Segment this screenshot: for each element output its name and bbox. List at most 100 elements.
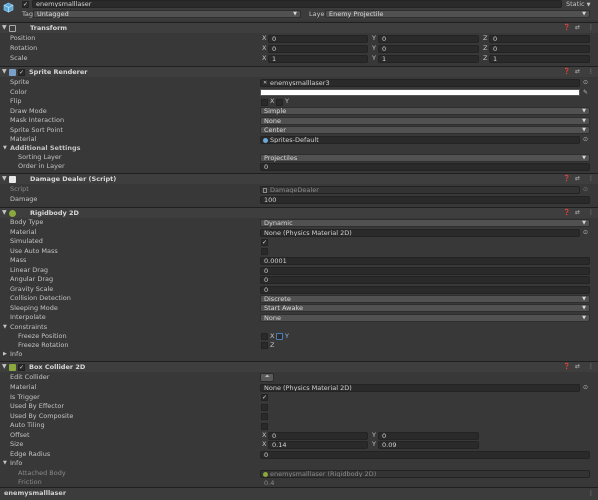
size-y-field[interactable]: 0.09 [378,441,479,449]
scale-z-field[interactable]: 1 [489,55,590,63]
preset-icon[interactable]: ⇄ [575,363,580,371]
interpolate-dropdown[interactable]: None ▼ [260,313,590,322]
rotation-x-field[interactable]: 0 [268,45,368,53]
enabled-checkbox[interactable]: ✓ [18,363,25,371]
foldout-arrow-icon[interactable]: ▼ [2,24,7,32]
help-icon[interactable]: ❓ [563,209,570,217]
axis-x-label[interactable]: X [262,440,266,449]
static-toggle[interactable]: Static ▼ [566,0,591,9]
used-by-effector-checkbox[interactable] [261,403,268,411]
additional-settings-row[interactable]: ▼ Additional Settings [0,144,598,153]
bc-material-field[interactable]: None (Physics Material 2D) [260,384,580,392]
object-picker-icon[interactable]: ⊙ [583,136,588,144]
position-x-field[interactable]: 0 [268,35,368,43]
rotation-z-field[interactable]: 0 [489,45,590,53]
axis-y-label[interactable]: Y [372,34,376,43]
help-icon[interactable]: ❓ [563,24,570,32]
simulated-checkbox[interactable]: ✓ [261,238,268,246]
axis-z-label[interactable]: Z [483,44,487,53]
object-picker-icon[interactable]: ⊙ [583,384,588,392]
rb-material-field[interactable]: None (Physics Material 2D) [260,228,580,237]
is-trigger-checkbox[interactable]: ✓ [261,394,268,401]
axis-y-label[interactable]: Y [372,440,376,449]
kebab-menu-icon[interactable]: ⋮ [588,24,594,32]
offset-x-field[interactable]: 0 [268,431,368,440]
preset-icon[interactable]: ⇄ [575,68,580,76]
freeze-position-y-checkbox[interactable] [276,333,283,340]
position-y-field[interactable]: 0 [378,35,479,43]
gravity-scale-field[interactable]: 0 [260,285,590,294]
axis-x-label[interactable]: X [262,54,266,63]
sorting-layer-dropdown[interactable]: Projectiles ▼ [260,153,590,162]
rb-info-row[interactable]: ▶ Info [0,350,598,359]
enabled-checkbox[interactable]: ✓ [18,68,25,76]
scale-x-field[interactable]: 1 [268,55,368,63]
rigidbody2d-header[interactable]: ▼ Rigidbody 2D ❓ ⇄ ⋮ [0,207,598,218]
preset-icon[interactable]: ⇄ [575,175,580,183]
mask-interaction-dropdown[interactable]: None ▼ [260,116,590,125]
edit-collider-button[interactable]: ⏶ [260,373,274,382]
foldout-arrow-icon[interactable]: ▼ [3,459,7,468]
kebab-menu-icon[interactable]: ⋮ [588,68,594,76]
help-icon[interactable]: ❓ [563,175,570,183]
kebab-menu-icon[interactable]: ⋮ [588,209,594,217]
axis-y-label[interactable]: Y [372,54,376,63]
color-swatch[interactable] [260,88,580,96]
foldout-arrow-icon[interactable]: ▼ [3,323,7,332]
sleeping-mode-dropdown[interactable]: Start Awake ▼ [260,304,590,312]
damage-field[interactable]: 100 [260,196,590,204]
freeze-rotation-z-checkbox[interactable] [261,342,268,349]
sprite-field[interactable]: ✕ enemysmalllaser3 [260,79,580,87]
axis-y-label[interactable]: Y [372,44,376,53]
object-picker-icon[interactable]: ⊙ [583,229,588,237]
edge-radius-field[interactable]: 0 [260,450,590,459]
flip-x-checkbox[interactable] [261,98,268,106]
active-checkbox[interactable]: ✓ [22,1,29,8]
rotation-y-field[interactable]: 0 [378,45,479,53]
bc-info-row[interactable]: ▼ Info [0,459,598,468]
order-in-layer-field[interactable]: 0 [260,163,590,171]
draw-mode-dropdown[interactable]: Simple ▼ [260,107,590,115]
collision-detection-dropdown[interactable]: Discrete ▼ [260,294,590,303]
preset-icon[interactable]: ⇄ [575,209,580,217]
axis-y-label[interactable]: Y [372,431,376,440]
used-by-composite-checkbox[interactable] [261,413,268,420]
position-z-field[interactable]: 0 [489,35,590,43]
freeze-position-x-checkbox[interactable] [261,333,268,340]
foldout-arrow-icon[interactable]: ▼ [2,209,7,217]
help-icon[interactable]: ❓ [563,363,570,371]
axis-x-label[interactable]: X [262,44,266,53]
object-picker-icon[interactable]: ⊙ [583,79,588,87]
axis-x-label[interactable]: X [262,34,266,43]
layer-dropdown[interactable]: Enemy Projectile ▼ [325,10,590,18]
kebab-menu-icon[interactable]: ⋮ [588,175,594,183]
angular-drag-field[interactable]: 0 [260,276,590,284]
auto-mass-checkbox[interactable] [261,248,268,255]
offset-y-field[interactable]: 0 [378,431,479,440]
transform-header[interactable]: ▼ Transform ❓ ⇄ ⋮ [0,22,598,33]
foldout-arrow-icon[interactable]: ▼ [2,363,7,371]
tag-dropdown[interactable]: Untagged ▼ [33,10,301,18]
constraints-row[interactable]: ▼ Constraints [0,323,598,332]
flip-y-checkbox[interactable] [276,98,283,106]
body-type-dropdown[interactable]: Dynamic ▼ [260,218,590,227]
preset-icon[interactable]: ⇄ [575,24,580,32]
mass-field[interactable]: 0.0001 [260,257,590,265]
scale-y-field[interactable]: 1 [378,55,479,63]
foldout-arrow-icon[interactable]: ▼ [2,175,7,183]
object-name-field[interactable]: enemysmalllaser [32,0,562,8]
kebab-menu-icon[interactable]: ⋮ [588,363,594,371]
foldout-arrow-icon[interactable]: ▶ [3,350,7,359]
size-x-field[interactable]: 0.14 [268,441,368,449]
auto-tiling-checkbox[interactable] [261,422,268,430]
damage-dealer-header[interactable]: ▼ Damage Dealer (Script) ❓ ⇄ ⋮ [0,173,598,184]
sort-point-dropdown[interactable]: Center ▼ [260,126,590,134]
kebab-menu-icon[interactable]: ⋮ [588,489,594,499]
axis-z-label[interactable]: Z [483,34,487,43]
material-field[interactable]: Sprites-Default [260,136,580,144]
axis-x-label[interactable]: X [262,431,266,440]
foldout-arrow-icon[interactable]: ▼ [3,144,7,153]
foldout-arrow-icon[interactable]: ▼ [2,68,7,76]
axis-z-label[interactable]: Z [483,54,487,63]
help-icon[interactable]: ❓ [563,68,570,76]
